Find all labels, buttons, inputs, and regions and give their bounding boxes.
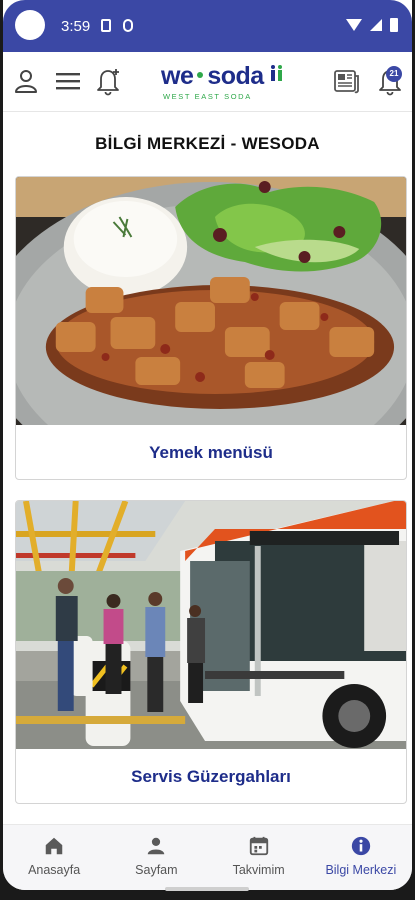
menu-icon[interactable] (53, 66, 83, 96)
logo-wordmark: we soda (161, 62, 264, 91)
home-icon (45, 837, 63, 855)
nav-home[interactable]: Anasayfa (3, 825, 105, 890)
status-time: 3:59 (61, 18, 91, 35)
shuttle-routes-label: Servis Güzergahları (131, 767, 291, 786)
nav-profile[interactable]: Sayfam (105, 825, 207, 890)
logo-dot (197, 71, 204, 78)
nav-info-center[interactable]: Bilgi Merkezi (310, 825, 412, 890)
sim-icon (101, 19, 111, 32)
nav-calendar[interactable]: Takvimim (208, 825, 310, 890)
notification-badge: 21 (386, 66, 402, 82)
battery-icon (390, 18, 398, 32)
status-icons (346, 18, 398, 32)
person-icon (148, 837, 165, 855)
notification-add-icon[interactable] (93, 66, 123, 96)
signal-icon (370, 19, 382, 31)
screen: 3:59 we soda WEST EAST SODA BİLGİ MERKEZ… (3, 0, 412, 890)
nav-info-center-label: Bilgi Merkezi (325, 863, 397, 877)
info-icon (351, 836, 371, 856)
bottom-nav: Anasayfa Sayfam Takvimim Bilgi Merkezi (3, 824, 412, 890)
shuttle-routes-card[interactable]: Servis Güzergahları (15, 500, 407, 804)
app-header: we soda WEST EAST SODA (3, 52, 412, 112)
calendar-icon (249, 836, 268, 856)
bus-image (16, 501, 406, 749)
status-bar: 3:59 (3, 0, 412, 52)
logo-people-icon (271, 65, 282, 81)
nav-calendar-label: Takvimim (232, 863, 285, 877)
home-indicator[interactable] (165, 887, 249, 891)
wifi-icon (346, 19, 362, 31)
news-icon[interactable] (331, 66, 361, 96)
food-menu-label: Yemek menüsü (149, 443, 273, 462)
logo-text-left: we (161, 62, 194, 90)
food-menu-card[interactable]: Yemek menüsü (15, 176, 407, 480)
camera-cutout (15, 10, 45, 40)
nav-profile-label: Sayfam (135, 863, 178, 877)
profile-icon[interactable] (11, 66, 41, 96)
device-frame: 3:59 we soda WEST EAST SODA BİLGİ MERKEZ… (0, 0, 415, 900)
logo-subtitle: WEST EAST SODA (163, 92, 252, 101)
storage-icon (123, 19, 133, 32)
brand-logo: we soda WEST EAST SODA (161, 60, 291, 104)
page-title: BİLGİ MERKEZİ - WESODA (95, 134, 320, 153)
nav-home-label: Anasayfa (28, 863, 81, 877)
logo-text-right: soda (207, 62, 264, 90)
food-image (16, 177, 406, 425)
